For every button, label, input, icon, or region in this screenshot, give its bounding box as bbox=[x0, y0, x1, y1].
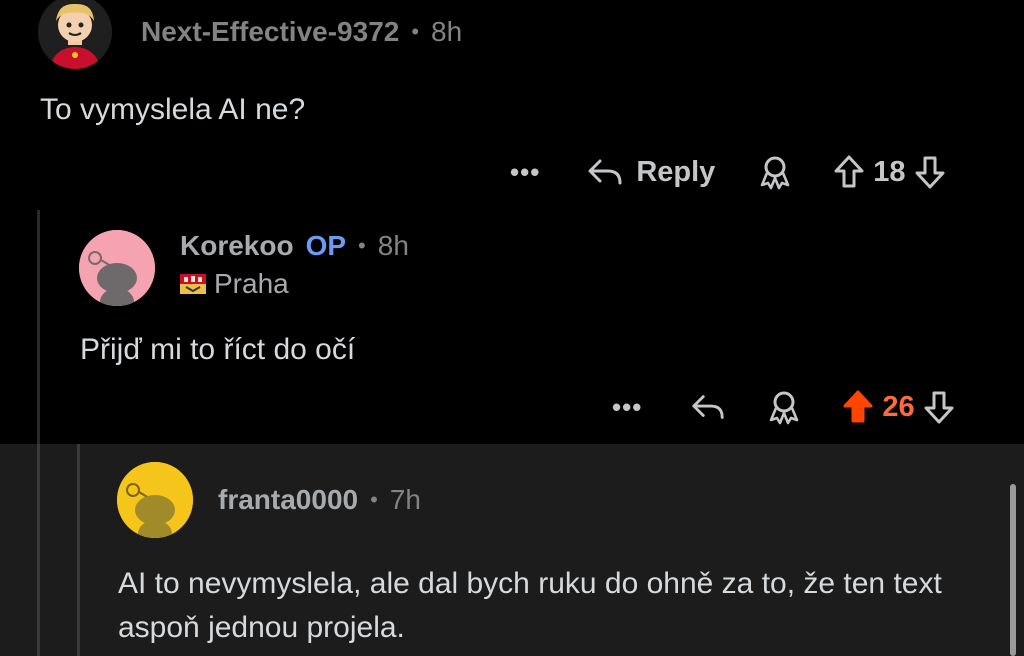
avatar[interactable] bbox=[79, 230, 155, 306]
reply-label: Reply bbox=[636, 155, 716, 188]
award-icon[interactable] bbox=[766, 389, 802, 425]
comment-actions: ••• Reply 18 bbox=[510, 150, 946, 194]
downvote-icon[interactable] bbox=[923, 389, 955, 425]
comment-korekoo: Korekoo OP • 8h Praha Přijď mi to říct d… bbox=[0, 210, 1024, 444]
comment-body: To vymyslela AI ne? bbox=[40, 93, 306, 126]
comment-meta: Next-Effective-9372 • 8h bbox=[141, 16, 462, 48]
reply-icon bbox=[692, 395, 724, 419]
avatar[interactable] bbox=[117, 462, 193, 538]
user-flair: Praha bbox=[180, 268, 289, 300]
comment-thread: Next-Effective-9372 • 8h To vymyslela AI… bbox=[0, 0, 1024, 656]
comment-meta: Korekoo OP • 8h bbox=[180, 230, 409, 262]
vote-score: 18 bbox=[873, 155, 906, 188]
comment-franta: franta0000 • 7h AI to nevymyslela, ale d… bbox=[0, 444, 1024, 656]
flair-praha-icon bbox=[180, 274, 206, 294]
avatar[interactable] bbox=[38, 0, 112, 69]
author-name[interactable]: Korekoo bbox=[180, 230, 294, 262]
reply-button[interactable] bbox=[690, 391, 726, 423]
comment-body: Přijď mi to říct do očí bbox=[80, 333, 356, 366]
upvote-icon[interactable] bbox=[833, 154, 865, 190]
comment-time: 8h bbox=[431, 16, 463, 47]
vote-score: 26 bbox=[882, 390, 915, 423]
more-icon[interactable]: ••• bbox=[612, 392, 642, 423]
meta-separator: • bbox=[411, 19, 420, 44]
upvote-icon[interactable] bbox=[842, 389, 874, 425]
thread-line[interactable] bbox=[77, 444, 80, 656]
meta-separator: • bbox=[358, 233, 366, 258]
meta-separator: • bbox=[370, 487, 378, 512]
flair-label: Praha bbox=[214, 268, 289, 299]
comment-actions: ••• 26 bbox=[612, 385, 955, 429]
author-name[interactable]: franta0000 bbox=[218, 484, 358, 516]
downvote-icon[interactable] bbox=[914, 154, 946, 190]
op-badge: OP bbox=[305, 230, 347, 261]
reply-button[interactable]: Reply bbox=[586, 156, 715, 189]
author-name[interactable]: Next-Effective-9372 bbox=[141, 16, 399, 48]
award-icon[interactable] bbox=[757, 154, 793, 190]
comment-time: 8h bbox=[377, 230, 409, 261]
comment-time: 7h bbox=[389, 484, 421, 515]
more-icon[interactable]: ••• bbox=[510, 157, 540, 188]
comment-body: AI to nevymyslela, ale dal bych ruku do … bbox=[118, 567, 942, 644]
comment-next-effective: Next-Effective-9372 • 8h To vymyslela AI… bbox=[0, 0, 1024, 210]
comment-meta: franta0000 • 7h bbox=[218, 484, 421, 516]
scrollbar[interactable] bbox=[1010, 484, 1016, 656]
thread-line[interactable] bbox=[37, 444, 40, 656]
reply-icon bbox=[588, 159, 622, 185]
